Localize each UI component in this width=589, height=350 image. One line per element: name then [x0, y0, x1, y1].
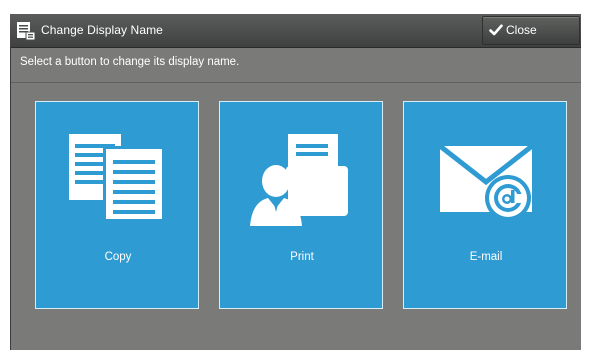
print-user-icon — [250, 134, 348, 226]
copy-documents-icon — [69, 134, 165, 222]
change-display-name-screen: Change Display Name Close Select a butto… — [0, 0, 589, 350]
instruction-text: Select a button to change its display na… — [20, 56, 240, 68]
close-button[interactable]: Close — [482, 16, 580, 45]
print-tile-label: Print — [290, 251, 314, 263]
email-tile-label: E-mail — [469, 251, 503, 263]
copy-tile-label: Copy — [104, 251, 132, 263]
print-tile-button[interactable]: Print — [219, 101, 383, 309]
page-title: Change Display Name — [41, 23, 163, 37]
divider — [10, 82, 581, 83]
copy-tile-button[interactable]: Copy — [35, 101, 199, 309]
email-envelope-icon — [438, 144, 534, 221]
display-name-icon — [17, 22, 36, 41]
email-tile-button[interactable]: E-mail — [403, 101, 567, 309]
title-bar: Change Display Name Close — [10, 14, 581, 48]
checkmark-icon — [489, 24, 503, 36]
panel-left-edge — [10, 47, 11, 350]
main-content: Select a button to change its display na… — [10, 48, 581, 350]
close-button-label: Close — [506, 23, 537, 37]
